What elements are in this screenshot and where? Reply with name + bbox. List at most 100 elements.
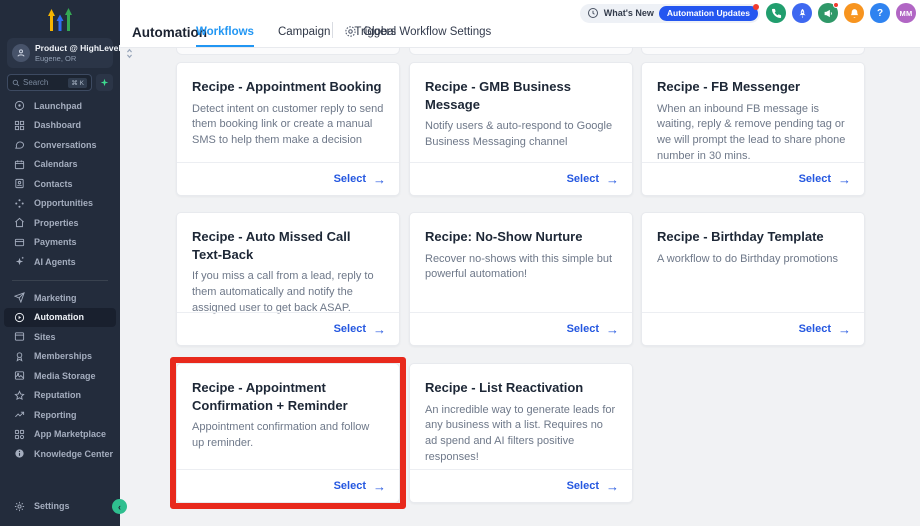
card-description: Recover no-shows with this simple but po… bbox=[425, 252, 617, 284]
tab-workflows[interactable]: Workflows bbox=[196, 26, 254, 47]
select-button[interactable]: Select→ bbox=[177, 162, 399, 195]
chevron-left-icon: ‹ bbox=[118, 502, 121, 512]
sidebar-item-automation[interactable]: Automation bbox=[4, 308, 116, 328]
card-description: Appointment confirmation and follow up r… bbox=[192, 420, 384, 452]
phone-button[interactable] bbox=[766, 3, 786, 23]
question-mark-icon: ? bbox=[877, 8, 883, 19]
arrow-right-icon: → bbox=[838, 173, 851, 186]
sidebar-item-properties[interactable]: Properties bbox=[0, 213, 120, 233]
card-description: Notify users & auto-respond to Google Bu… bbox=[425, 119, 617, 151]
sidebar-item-memberships[interactable]: Memberships bbox=[0, 347, 120, 367]
avatar-initials: MM bbox=[899, 9, 912, 18]
bell-icon bbox=[849, 8, 860, 19]
card-description: A workflow to do Birthday promotions bbox=[657, 252, 849, 268]
card-description: Detect intent on customer reply to send … bbox=[192, 102, 384, 150]
global-workflow-settings-button[interactable]: Global Workflow Settings bbox=[344, 25, 491, 38]
search-input[interactable]: Search ⌘ K bbox=[7, 74, 92, 91]
sidebar-divider bbox=[12, 280, 108, 281]
dashboard-icon bbox=[14, 120, 25, 131]
tab-campaign[interactable]: Campaign bbox=[278, 26, 330, 47]
account-switcher[interactable]: Product @ HighLevel Eugene, OR bbox=[7, 38, 113, 68]
card-description: An incredible way to generate leads for … bbox=[425, 403, 617, 467]
sites-icon bbox=[14, 331, 25, 342]
card-title: Recipe - FB Messenger bbox=[657, 78, 849, 96]
select-button[interactable]: Select→ bbox=[410, 312, 632, 345]
sidebar-item-marketing[interactable]: Marketing bbox=[0, 288, 120, 308]
sidebar-item-launchpad[interactable]: Launchpad bbox=[0, 96, 120, 116]
conversations-icon bbox=[14, 139, 25, 150]
select-button[interactable]: Select→ bbox=[177, 469, 399, 502]
select-button[interactable]: Select→ bbox=[177, 312, 399, 345]
sidebar-nav-secondary: Marketing Automation Sites Memberships M… bbox=[0, 288, 120, 464]
calendar-icon bbox=[14, 159, 25, 170]
select-button[interactable]: Select→ bbox=[410, 162, 632, 195]
contacts-icon bbox=[14, 178, 25, 189]
card-title: Recipe - GMB Business Message bbox=[425, 78, 617, 113]
user-avatar[interactable]: MM bbox=[896, 3, 916, 23]
select-button[interactable]: Select→ bbox=[410, 469, 632, 502]
recipe-card-appointment-confirmation-reminder: Recipe - Appointment Confirmation + Remi… bbox=[176, 363, 400, 503]
chevron-up-down-icon bbox=[126, 48, 133, 59]
recipe-card-birthday-template: Recipe - Birthday Template A workflow to… bbox=[641, 212, 865, 346]
sidebar-item-reporting[interactable]: Reporting bbox=[0, 405, 120, 425]
arrow-right-icon: → bbox=[838, 323, 851, 336]
select-button[interactable]: Select→ bbox=[642, 162, 864, 195]
sidebar-collapse-button[interactable]: ‹ bbox=[112, 499, 127, 514]
recipe-card-fb-messenger: Recipe - FB Messenger When an inbound FB… bbox=[641, 62, 865, 196]
notification-dot bbox=[753, 4, 759, 10]
opportunities-icon bbox=[14, 198, 25, 209]
card-title: Recipe: No-Show Nurture bbox=[425, 228, 617, 246]
card-title: Recipe - Auto Missed Call Text-Back bbox=[192, 228, 384, 263]
announcements-button[interactable] bbox=[818, 3, 838, 23]
whats-new-button[interactable]: What's New Automation Updates bbox=[580, 4, 760, 23]
sidebar-item-ai-agents[interactable]: AI Agents bbox=[0, 252, 120, 272]
recipe-card-auto-missed-call-text-back: Recipe - Auto Missed Call Text-Back If y… bbox=[176, 212, 400, 346]
sidebar-item-payments[interactable]: Payments bbox=[0, 233, 120, 253]
help-button[interactable]: ? bbox=[870, 3, 890, 23]
search-icon bbox=[12, 79, 20, 87]
card-title: Recipe - Birthday Template bbox=[657, 228, 849, 246]
launch-button[interactable] bbox=[792, 3, 812, 23]
sidebar: Product @ HighLevel Eugene, OR Search ⌘ … bbox=[0, 0, 120, 526]
ai-agents-icon bbox=[14, 256, 25, 267]
sidebar-item-reputation[interactable]: Reputation bbox=[0, 386, 120, 406]
card-title: Recipe - List Reactivation bbox=[425, 379, 617, 397]
automation-updates-button[interactable]: Automation Updates bbox=[659, 6, 758, 21]
sidebar-item-media-storage[interactable]: Media Storage bbox=[0, 366, 120, 386]
app-marketplace-icon bbox=[14, 429, 25, 440]
card-description: When an inbound FB message is waiting, r… bbox=[657, 102, 849, 166]
sidebar-item-sites[interactable]: Sites bbox=[0, 327, 120, 347]
select-button[interactable]: Select→ bbox=[642, 312, 864, 345]
search-shortcut-badge: ⌘ K bbox=[68, 78, 87, 88]
gear-icon bbox=[344, 25, 357, 38]
sidebar-item-dashboard[interactable]: Dashboard bbox=[0, 116, 120, 136]
payments-icon bbox=[14, 237, 25, 248]
memberships-icon bbox=[14, 351, 25, 362]
sidebar-item-app-marketplace[interactable]: App Marketplace bbox=[0, 425, 120, 445]
marketing-icon bbox=[14, 292, 25, 303]
card-description: If you miss a call from a lead, reply to… bbox=[192, 269, 384, 317]
knowledge-center-icon bbox=[14, 448, 25, 459]
gear-icon bbox=[14, 501, 25, 512]
card-title: Recipe - Appointment Confirmation + Remi… bbox=[192, 379, 384, 414]
tab-divider bbox=[332, 22, 333, 38]
notifications-button[interactable] bbox=[844, 3, 864, 23]
recipe-card-gmb-business-message: Recipe - GMB Business Message Notify use… bbox=[409, 62, 633, 196]
arrow-right-icon: → bbox=[373, 480, 386, 493]
quick-add-button[interactable] bbox=[96, 74, 113, 91]
account-location: Eugene, OR bbox=[35, 54, 121, 63]
recipe-card-no-show-nurture: Recipe: No-Show Nurture Recover no-shows… bbox=[409, 212, 633, 346]
cut-off-card bbox=[176, 48, 400, 55]
phone-icon bbox=[771, 8, 782, 19]
sidebar-item-settings[interactable]: Settings bbox=[0, 497, 120, 517]
sidebar-item-contacts[interactable]: Contacts bbox=[0, 174, 120, 194]
sidebar-item-calendars[interactable]: Calendars bbox=[0, 155, 120, 175]
cut-off-card bbox=[641, 48, 865, 55]
arrow-right-icon: → bbox=[606, 323, 619, 336]
recipe-card-appointment-booking: Recipe - Appointment Booking Detect inte… bbox=[176, 62, 400, 196]
sidebar-item-opportunities[interactable]: Opportunities bbox=[0, 194, 120, 214]
reporting-icon bbox=[14, 409, 25, 420]
sidebar-item-knowledge-center[interactable]: Knowledge Center bbox=[0, 444, 120, 464]
sidebar-item-conversations[interactable]: Conversations bbox=[0, 135, 120, 155]
automation-icon bbox=[14, 312, 25, 323]
